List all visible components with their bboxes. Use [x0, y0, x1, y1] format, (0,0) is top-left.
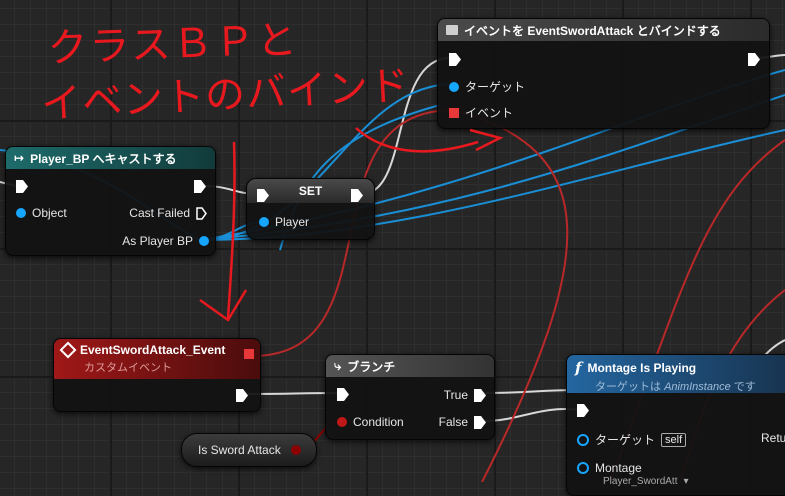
is-sword-attack-getter[interactable]: Is Sword Attack [181, 433, 317, 467]
exec-pin-icon [236, 389, 248, 402]
branch-exec-in[interactable] [337, 388, 349, 401]
bind-exec-in[interactable] [449, 53, 461, 66]
custom-event-subtitle: カスタムイベント [84, 362, 172, 374]
event-diamond-icon [59, 341, 77, 359]
exec-pin-icon [351, 189, 363, 202]
bool-pin-icon [337, 417, 347, 427]
branch-false-label: False [438, 415, 468, 429]
set-node-title: SET [298, 184, 323, 198]
cast-arrow-icon: ↦ [14, 151, 25, 165]
montage-return-label: Retu [761, 431, 785, 445]
branch-condition-pin[interactable]: Condition [337, 415, 404, 429]
cast-node[interactable]: ↦ Player_BP へキャストする Object Cast Failed A… [5, 146, 216, 256]
montage-subtitle-class: AnimInstance [664, 381, 731, 393]
cast-exec-out[interactable] [194, 180, 206, 193]
bind-target-pin[interactable]: ターゲット [449, 78, 525, 95]
montage-return-pin[interactable]: Retu [761, 431, 785, 445]
montage-subtitle-prefix: ターゲットは [595, 381, 665, 393]
cast-node-header: ↦ Player_BP へキャストする [6, 147, 215, 169]
delegate-pin-icon [244, 349, 254, 359]
cast-object-label: Object [32, 206, 67, 220]
branch-node[interactable]: ⤷ ブランチ True Condition False [325, 354, 495, 440]
montage-node-header: f Montage Is Playing ターゲットは AnimInstance… [567, 355, 785, 393]
custom-event-header: EventSwordAttack_Event カスタムイベント [54, 339, 260, 379]
branch-true-label: True [443, 388, 468, 402]
object-pin-icon [199, 236, 209, 246]
cast-exec-in[interactable] [16, 180, 28, 193]
object-pin-icon [449, 81, 459, 92]
cast-node-title: Player_BP へキャストする [30, 151, 177, 166]
branch-node-title: ブランチ [347, 359, 396, 374]
bind-target-label: ターゲット [465, 80, 526, 94]
set-player-pin[interactable]: Player [259, 215, 309, 229]
exec-pin-icon [337, 388, 349, 401]
exec-pin-icon [748, 53, 760, 66]
bind-node-title: イベントを EventSwordAttack とバインドする [464, 23, 721, 38]
cast-object-pin[interactable]: Object [16, 206, 67, 220]
object-pin-icon [16, 208, 26, 218]
set-player-label: Player [275, 215, 310, 229]
montage-node-title: Montage Is Playing [587, 361, 697, 375]
branch-node-header: ⤷ ブランチ [326, 355, 494, 377]
object-pin-outline-icon [577, 433, 589, 446]
exec-pin-icon [257, 189, 269, 202]
bind-event-label: イベント [465, 106, 514, 120]
bool-pin-icon[interactable] [290, 445, 301, 455]
is-sword-attack-row: Is Sword Attack [198, 443, 301, 457]
delegate-pin-icon [449, 107, 459, 118]
bind-node-icon [446, 25, 458, 35]
cast-failed-pin[interactable]: Cast Failed [129, 206, 207, 220]
exec-pin-icon [474, 388, 486, 402]
object-pin-icon [259, 217, 269, 227]
custom-event-node[interactable]: EventSwordAttack_Event カスタムイベント [53, 338, 261, 412]
set-exec-out[interactable] [351, 189, 363, 202]
exec-pin-icon [16, 180, 28, 193]
montage-self-box: self [661, 432, 687, 447]
set-node[interactable]: SET Player [246, 178, 375, 240]
bind-event-pin[interactable]: イベント [449, 104, 513, 121]
branch-false-pin[interactable]: False [439, 415, 486, 429]
branch-true-pin[interactable]: True [444, 388, 486, 402]
object-pin-outline-icon [577, 462, 589, 474]
cast-failed-label: Cast Failed [129, 206, 190, 220]
branch-icon: ⤷ [334, 358, 342, 373]
is-sword-attack-label: Is Sword Attack [198, 443, 281, 457]
function-icon: f [575, 359, 582, 377]
custom-event-exec-out[interactable] [236, 389, 248, 402]
montage-montage-pin[interactable]: Montage [577, 461, 642, 475]
exec-pin-icon [474, 415, 486, 429]
montage-montage-label: Montage [595, 461, 642, 475]
exec-pin-icon [577, 404, 589, 417]
exec-pin-outline-icon [196, 206, 207, 220]
montage-is-playing-node[interactable]: f Montage Is Playing ターゲットは AnimInstance… [566, 354, 785, 496]
bind-exec-out[interactable] [748, 53, 760, 66]
custom-event-delegate-pin[interactable] [244, 349, 254, 359]
exec-pin-icon [449, 53, 461, 66]
exec-pin-icon [194, 180, 206, 193]
montage-target-label: ターゲット [595, 433, 656, 447]
branch-condition-label: Condition [353, 415, 404, 429]
bind-node-header: イベントを EventSwordAttack とバインドする [438, 19, 769, 41]
custom-event-title: EventSwordAttack_Event [80, 343, 226, 357]
cast-as-player-label: As Player BP [122, 234, 193, 248]
montage-subtitle: ターゲットは AnimInstance です [595, 378, 785, 394]
bind-event-node[interactable]: イベントを EventSwordAttack とバインドする ターゲット イベン… [437, 18, 770, 129]
set-exec-in[interactable] [257, 189, 269, 202]
montage-exec-in[interactable] [577, 404, 589, 417]
cast-as-player-pin[interactable]: As Player BP [122, 234, 209, 248]
montage-subtitle-suffix: です [730, 381, 756, 393]
montage-target-pin[interactable]: ターゲット self [577, 431, 687, 448]
